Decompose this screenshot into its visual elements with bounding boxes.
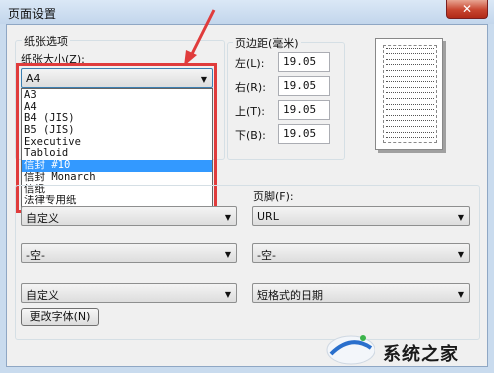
watermark-text: 系统之家: [383, 344, 459, 365]
paper-options-legend: 纸张选项: [22, 33, 70, 49]
window-title: 页面设置: [8, 7, 57, 21]
header-left-select[interactable]: 自定义 ▼: [21, 206, 237, 226]
chevron-down-icon: ▼: [457, 290, 464, 299]
select-value: 自定义: [26, 212, 59, 225]
select-value: URL: [257, 210, 279, 223]
margin-left-label: 左(L):: [235, 57, 265, 70]
close-button[interactable]: ✕: [446, 0, 488, 19]
margin-right-input[interactable]: 19.05: [278, 76, 330, 96]
watermark-logo-icon: [326, 335, 375, 365]
margin-right-label: 右(R):: [235, 81, 266, 94]
select-value: 自定义: [26, 289, 59, 302]
left-select-3[interactable]: 自定义 ▼: [21, 283, 237, 303]
close-icon: ✕: [461, 2, 473, 16]
select-value: -空-: [26, 249, 45, 262]
margins-legend: 页边距(毫米): [233, 35, 301, 51]
watermark: 系统之家: [323, 330, 488, 368]
title-bar: [0, 0, 494, 24]
page-preview: [375, 38, 443, 150]
footer-select[interactable]: URL ▼: [252, 206, 470, 226]
margin-bottom-label: 下(B):: [235, 129, 266, 142]
preview-text-area: [383, 45, 437, 143]
change-font-button[interactable]: 更改字体(N): [21, 308, 99, 326]
select-value: -空-: [257, 249, 276, 262]
margin-left-input[interactable]: 19.05: [278, 52, 330, 72]
chevron-down-icon: ▼: [224, 290, 231, 299]
margin-top-input[interactable]: 19.05: [278, 100, 330, 120]
right-select-3[interactable]: 短格式的日期 ▼: [252, 283, 470, 303]
right-select-2[interactable]: -空- ▼: [252, 243, 470, 263]
select-value: 短格式的日期: [257, 289, 323, 302]
chevron-down-icon: ▼: [224, 250, 231, 259]
chevron-down-icon: ▼: [457, 213, 464, 222]
footer-label: 页脚(F):: [251, 188, 296, 204]
left-select-2[interactable]: -空- ▼: [21, 243, 237, 263]
chevron-down-icon: ▼: [224, 213, 231, 222]
annotation-arrow-icon: [184, 9, 216, 66]
chevron-down-icon: ▼: [457, 250, 464, 259]
margin-bottom-input[interactable]: 19.05: [278, 124, 330, 144]
margin-top-label: 上(T):: [235, 105, 266, 118]
